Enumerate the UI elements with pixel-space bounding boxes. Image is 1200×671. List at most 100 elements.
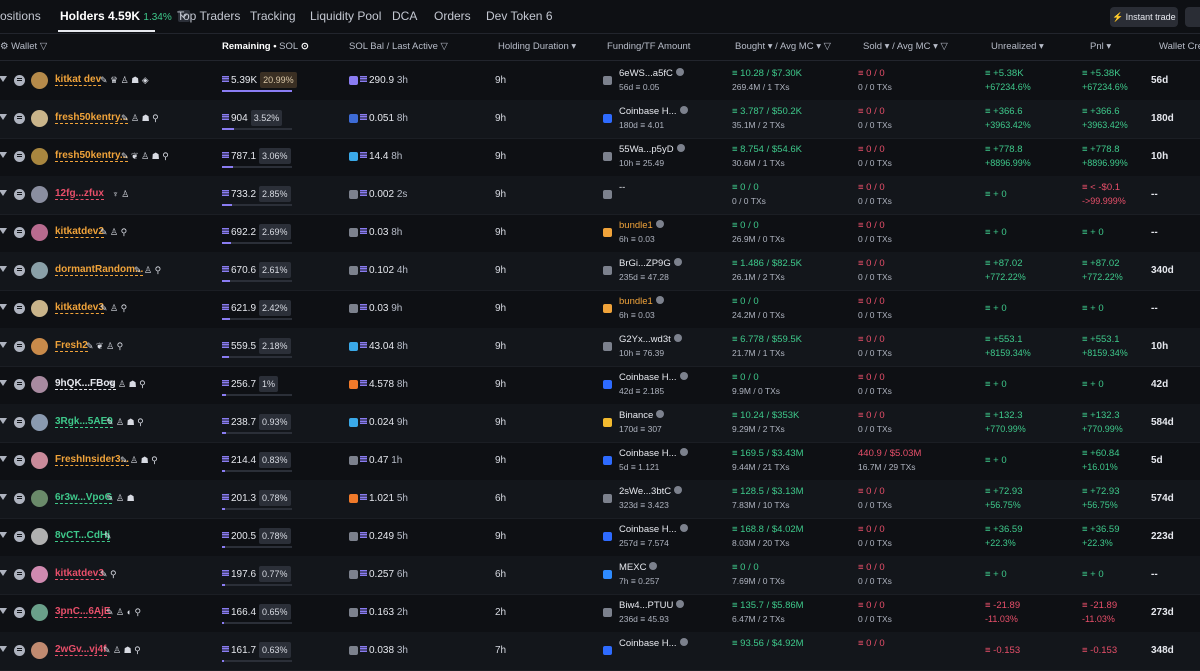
table-row[interactable]: kitkat dev ✎ ♛ ♙ ☗ ◈ 5.39K 20.99% 290.9 3h 9h… (0, 62, 1200, 101)
table-row[interactable]: dormantRandom... ✎ ♙ ⚲ 670.6 2.61% 0.102 4h 9… (0, 252, 1200, 291)
wallet-name[interactable]: 8vCT...CdHj (55, 529, 111, 543)
info-icon[interactable] (673, 334, 682, 343)
tab-top-traders[interactable]: Top Traders (177, 0, 240, 33)
menu-icon[interactable] (14, 569, 25, 580)
filter-icon[interactable] (0, 418, 7, 424)
info-icon[interactable] (679, 524, 688, 533)
info-icon[interactable] (655, 220, 664, 229)
funding-source[interactable]: MEXC (619, 562, 658, 574)
tab-liquidity-pool[interactable]: Liquidity Pool (310, 0, 381, 33)
table-row[interactable]: 6r3w...VpoG ✎ ♙ ☗ 201.3 0.78% 1.021 5h 6h 2sWe… (0, 480, 1200, 519)
instant-trade-button[interactable]: ⚡ Instant trade (1110, 7, 1178, 27)
filter-icon[interactable] (0, 76, 7, 82)
tab-tracking[interactable]: Tracking (250, 0, 296, 33)
menu-icon[interactable] (14, 379, 25, 390)
filter-icon[interactable] (0, 456, 7, 462)
wallet-name[interactable]: 12fg...zfux (55, 187, 104, 201)
header-wallet[interactable]: ⚙ Wallet ▽ (0, 34, 47, 60)
funding-source[interactable]: Biw4...PTUU (619, 600, 685, 612)
header-pnl[interactable]: Pnl ▾ (1090, 34, 1111, 60)
filter-icon[interactable] (0, 646, 7, 652)
header-sold[interactable]: Sold ▾ / Avg MC ▾ ▽ (863, 34, 948, 60)
filter-icon[interactable] (0, 304, 7, 310)
menu-icon[interactable] (14, 417, 25, 428)
funding-source[interactable]: Binance (619, 410, 665, 422)
filter-icon[interactable] (0, 190, 7, 196)
funding-source[interactable]: bundle1 (619, 220, 664, 232)
funding-source[interactable]: 6eWS...a5fC (619, 68, 684, 80)
info-icon[interactable] (655, 296, 664, 305)
filter-icon[interactable] (0, 228, 7, 234)
funding-source[interactable]: BrGi...ZP9G (619, 258, 682, 270)
table-row[interactable]: 3Rgk...5AE9 ✎ ♙ ☗ ⚲ 238.7 0.93% 0.024 9h 9h Bi… (0, 404, 1200, 443)
table-row[interactable]: kitkatdev2 ✎ ♙ ⚲ 692.2 2.69% 0.03 8h 9h bundle… (0, 214, 1200, 253)
funding-source[interactable]: Coinbase H... (619, 372, 688, 384)
menu-icon[interactable] (14, 75, 25, 86)
wallet-name[interactable]: 3Rgk...5AE9 (55, 415, 113, 429)
info-icon[interactable] (676, 600, 685, 609)
menu-icon[interactable] (14, 341, 25, 352)
table-row[interactable]: 8vCT...CdHj ✎ 200.5 0.78% 0.249 5h 9h Coinbase… (0, 518, 1200, 557)
wallet-name[interactable]: Fresh2 (55, 339, 88, 353)
table-row[interactable]: 12fg...zfux ♆ ♙ 733.2 2.85% 0.002 2s 9h -- ≡ 0 … (0, 176, 1200, 215)
info-icon[interactable] (656, 410, 665, 419)
table-row[interactable]: 3pnC...6AjE ✎ ♙ ◐ ⚲ 166.4 0.65% 0.163 2h 2h Bi… (0, 594, 1200, 633)
tab-holders[interactable]: Holders 4.59K 1.34% (60, 0, 191, 33)
funding-source[interactable]: -- (619, 182, 625, 194)
filter-icon[interactable] (0, 152, 7, 158)
table-row[interactable]: 2wGv...vj4f ✎ ♙ ☗ ⚲ 161.7 0.63% 0.038 3h 7h Co… (0, 632, 1200, 671)
wallet-name[interactable]: FreshInsider3... (55, 453, 129, 467)
table-row[interactable]: kitkatdev3 ✎ ♙ ⚲ 621.9 2.42% 0.03 9h 9h bundle… (0, 290, 1200, 329)
filter-icon[interactable] (0, 608, 7, 614)
table-row[interactable]: fresh50kentry... ✎ ♙ ☗ ⚲ 904 3.52% 0.051 8h 9… (0, 100, 1200, 139)
table-row[interactable]: 9hQK...FBog ✎ ♙ ☗ ⚲ 256.7 1% 4.578 8h 9h Coinb… (0, 366, 1200, 405)
header-remaining[interactable]: Remaining • SOL ⊙ (222, 34, 309, 60)
filter-icon[interactable] (0, 532, 7, 538)
info-icon[interactable] (679, 638, 688, 647)
menu-icon[interactable] (14, 645, 25, 656)
filter-icon[interactable] (0, 380, 7, 386)
filter-icon[interactable] (0, 114, 7, 120)
funding-source[interactable]: 55Wa...p5yD (619, 144, 685, 156)
table-row[interactable]: Fresh2 ✎ ❦ ♙ ⚲ 559.5 2.18% 43.04 8h 9h G2Yx...… (0, 328, 1200, 367)
funding-source[interactable]: Coinbase H... (619, 638, 688, 650)
tab-positions[interactable]: Positions (0, 0, 41, 33)
wallet-name[interactable]: fresh50kentry... (55, 111, 129, 125)
funding-source[interactable]: 2sWe...3btC (619, 486, 683, 498)
header-wallet-created[interactable]: Wallet Crea (1159, 34, 1200, 60)
funding-source[interactable]: G2Yx...wd3t (619, 334, 682, 346)
funding-source[interactable]: bundle1 (619, 296, 664, 308)
tab-orders[interactable]: Orders (434, 0, 471, 33)
menu-icon[interactable] (14, 113, 25, 124)
header-funding[interactable]: Funding/TF Amount (607, 34, 690, 60)
wallet-name[interactable]: kitkatdev3 (55, 567, 104, 581)
menu-icon[interactable] (14, 607, 25, 618)
info-icon[interactable] (679, 106, 688, 115)
menu-icon[interactable] (14, 189, 25, 200)
menu-icon[interactable] (14, 493, 25, 504)
wallet-name[interactable]: dormantRandom... (55, 263, 144, 277)
settings-button[interactable] (1185, 7, 1200, 27)
tab-dev-token[interactable]: Dev Token 6 (486, 0, 553, 33)
info-icon[interactable] (673, 258, 682, 267)
filter-icon[interactable] (0, 494, 7, 500)
filter-icon[interactable] (0, 266, 7, 272)
wallet-name[interactable]: kitkatdev2 (55, 225, 104, 239)
info-icon[interactable] (649, 562, 658, 571)
wallet-name[interactable]: 9hQK...FBog (55, 377, 116, 391)
wallet-name[interactable]: 6r3w...VpoG (55, 491, 113, 505)
info-icon[interactable] (676, 144, 685, 153)
info-icon[interactable] (675, 68, 684, 77)
table-row[interactable]: FreshInsider3... ✎ ♙ ☗ ⚲ 214.4 0.83% 0.47 1h… (0, 442, 1200, 481)
wallet-name[interactable]: kitkatdev3 (55, 301, 104, 315)
filter-icon[interactable] (0, 342, 7, 348)
funding-source[interactable]: Coinbase H... (619, 448, 688, 460)
menu-icon[interactable] (14, 531, 25, 542)
tab-dca[interactable]: DCA (392, 0, 417, 33)
menu-icon[interactable] (14, 455, 25, 466)
funding-source[interactable]: Coinbase H... (619, 106, 688, 118)
menu-icon[interactable] (14, 151, 25, 162)
table-row[interactable]: fresh50kentry... ✎ ❦ ♙ ☗ ⚲ 787.1 3.06% 14.4 … (0, 138, 1200, 177)
info-icon[interactable] (679, 372, 688, 381)
funding-source[interactable]: Coinbase H... (619, 524, 688, 536)
